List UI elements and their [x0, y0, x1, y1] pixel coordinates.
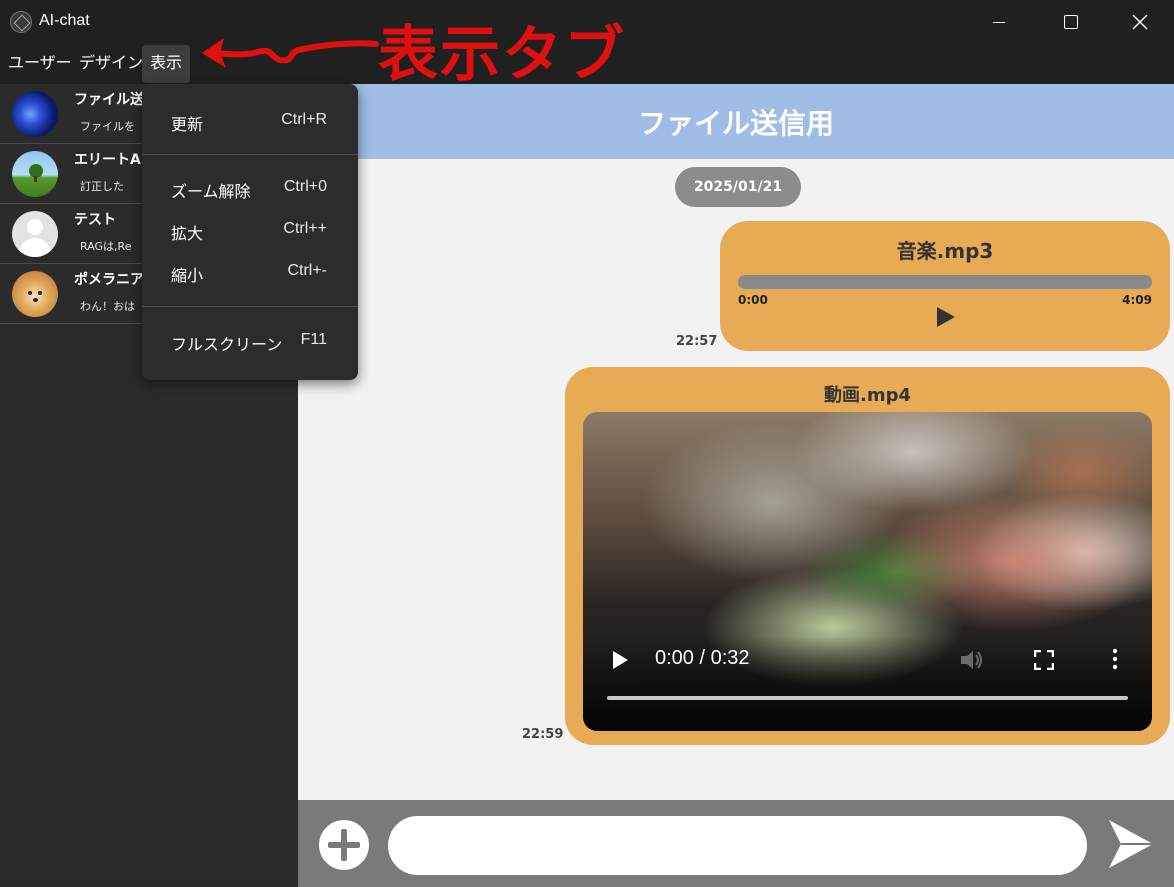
- message-timestamp: 22:59: [522, 727, 564, 742]
- chat-header: ファイル送信用: [298, 84, 1174, 159]
- chat-title: ファイル送信用: [637, 107, 834, 140]
- audio-seek-bar[interactable]: [738, 275, 1152, 289]
- video-player[interactable]: 0:00 / 0:32: [583, 412, 1152, 731]
- audio-filename: 音楽.mp3: [896, 239, 994, 263]
- menu-separator: [142, 154, 358, 155]
- view-dropdown-menu: 更新 Ctrl+R ズーム解除 Ctrl+0 拡大 Ctrl++ 縮小 Ctrl…: [142, 84, 358, 380]
- chat-preview: わん！おは: [80, 300, 135, 313]
- menu-user[interactable]: ユーザー: [0, 45, 80, 82]
- chat-preview: 訂正した: [80, 180, 124, 193]
- chat-name: テスト: [74, 212, 116, 228]
- audio-message-bubble: 音楽.mp3 0:00 4:09: [720, 221, 1170, 351]
- video-play-icon[interactable]: [613, 651, 628, 669]
- input-bar: [298, 800, 1174, 887]
- chat-name: ポメラニア: [74, 272, 144, 288]
- annotation-arrow-icon: [202, 38, 379, 68]
- message-input[interactable]: [388, 816, 1087, 875]
- chat-pane: ファイル送信用 2025/01/21 22:57 音楽.mp3 0:00 4:0…: [298, 84, 1174, 800]
- default-user-avatar: [12, 211, 58, 257]
- pomeranian-avatar: [12, 271, 58, 317]
- video-timecode: 0:00 / 0:32: [655, 647, 750, 669]
- menu-item-label: ズーム解除: [171, 184, 251, 201]
- chat-name: ファイル送: [74, 92, 144, 108]
- chat-preview: RAGは,Re: [80, 240, 132, 253]
- add-file-button[interactable]: [319, 820, 369, 870]
- fullscreen-icon[interactable]: [1034, 650, 1054, 670]
- menu-design[interactable]: デザイン: [71, 45, 151, 82]
- audio-duration: 4:09: [1122, 293, 1152, 307]
- menu-item-label: 縮小: [171, 268, 204, 285]
- maximize-button[interactable]: [1035, 0, 1105, 44]
- menu-item-shortcut: Ctrl+0: [283, 178, 327, 195]
- more-options-icon[interactable]: [1112, 648, 1118, 670]
- menu-view[interactable]: 表示: [142, 45, 191, 83]
- minimize-button[interactable]: [964, 0, 1034, 44]
- date-badge: 2025/01/21: [675, 167, 801, 207]
- menu-item-label: 拡大: [171, 226, 204, 243]
- menu-item-reload[interactable]: 更新 Ctrl+R: [142, 101, 358, 141]
- menu-item-label: フルスクリーン: [171, 337, 283, 354]
- menu-item-zoom-out[interactable]: 縮小 Ctrl+-: [142, 252, 358, 292]
- video-message-bubble: 動画.mp4 0:00 / 0:32: [565, 367, 1170, 745]
- menu-separator: [142, 306, 358, 307]
- chat-preview: ファイルを: [80, 120, 135, 133]
- volume-icon[interactable]: [959, 648, 985, 672]
- chat-name: エリートAI: [74, 152, 147, 168]
- audio-play-icon[interactable]: [937, 307, 955, 327]
- annotation-label: 表示タブ: [378, 20, 626, 90]
- menu-item-shortcut: Ctrl+R: [281, 111, 327, 128]
- tree-field-avatar: [12, 151, 58, 197]
- audio-current-time: 0:00: [738, 293, 768, 307]
- video-progress-bar[interactable]: [607, 696, 1128, 700]
- menu-item-zoom-in[interactable]: 拡大 Ctrl++: [142, 210, 358, 250]
- menu-item-shortcut: Ctrl++: [283, 220, 327, 237]
- video-filename: 動画.mp4: [823, 385, 911, 406]
- close-button[interactable]: [1105, 0, 1174, 44]
- menu-item-fullscreen[interactable]: フルスクリーン F11: [142, 321, 358, 361]
- window-title: AI-chat: [39, 12, 90, 29]
- menu-item-shortcut: F11: [300, 331, 327, 348]
- menu-item-reset-zoom[interactable]: ズーム解除 Ctrl+0: [142, 168, 358, 208]
- app-logo-icon: [10, 11, 32, 33]
- menu-item-label: 更新: [171, 117, 204, 134]
- starry-sky-avatar: [12, 91, 58, 137]
- message-timestamp: 22:57: [676, 334, 718, 349]
- menu-item-shortcut: Ctrl+-: [287, 262, 327, 279]
- send-icon[interactable]: [1106, 817, 1156, 871]
- close-icon: [1132, 14, 1148, 30]
